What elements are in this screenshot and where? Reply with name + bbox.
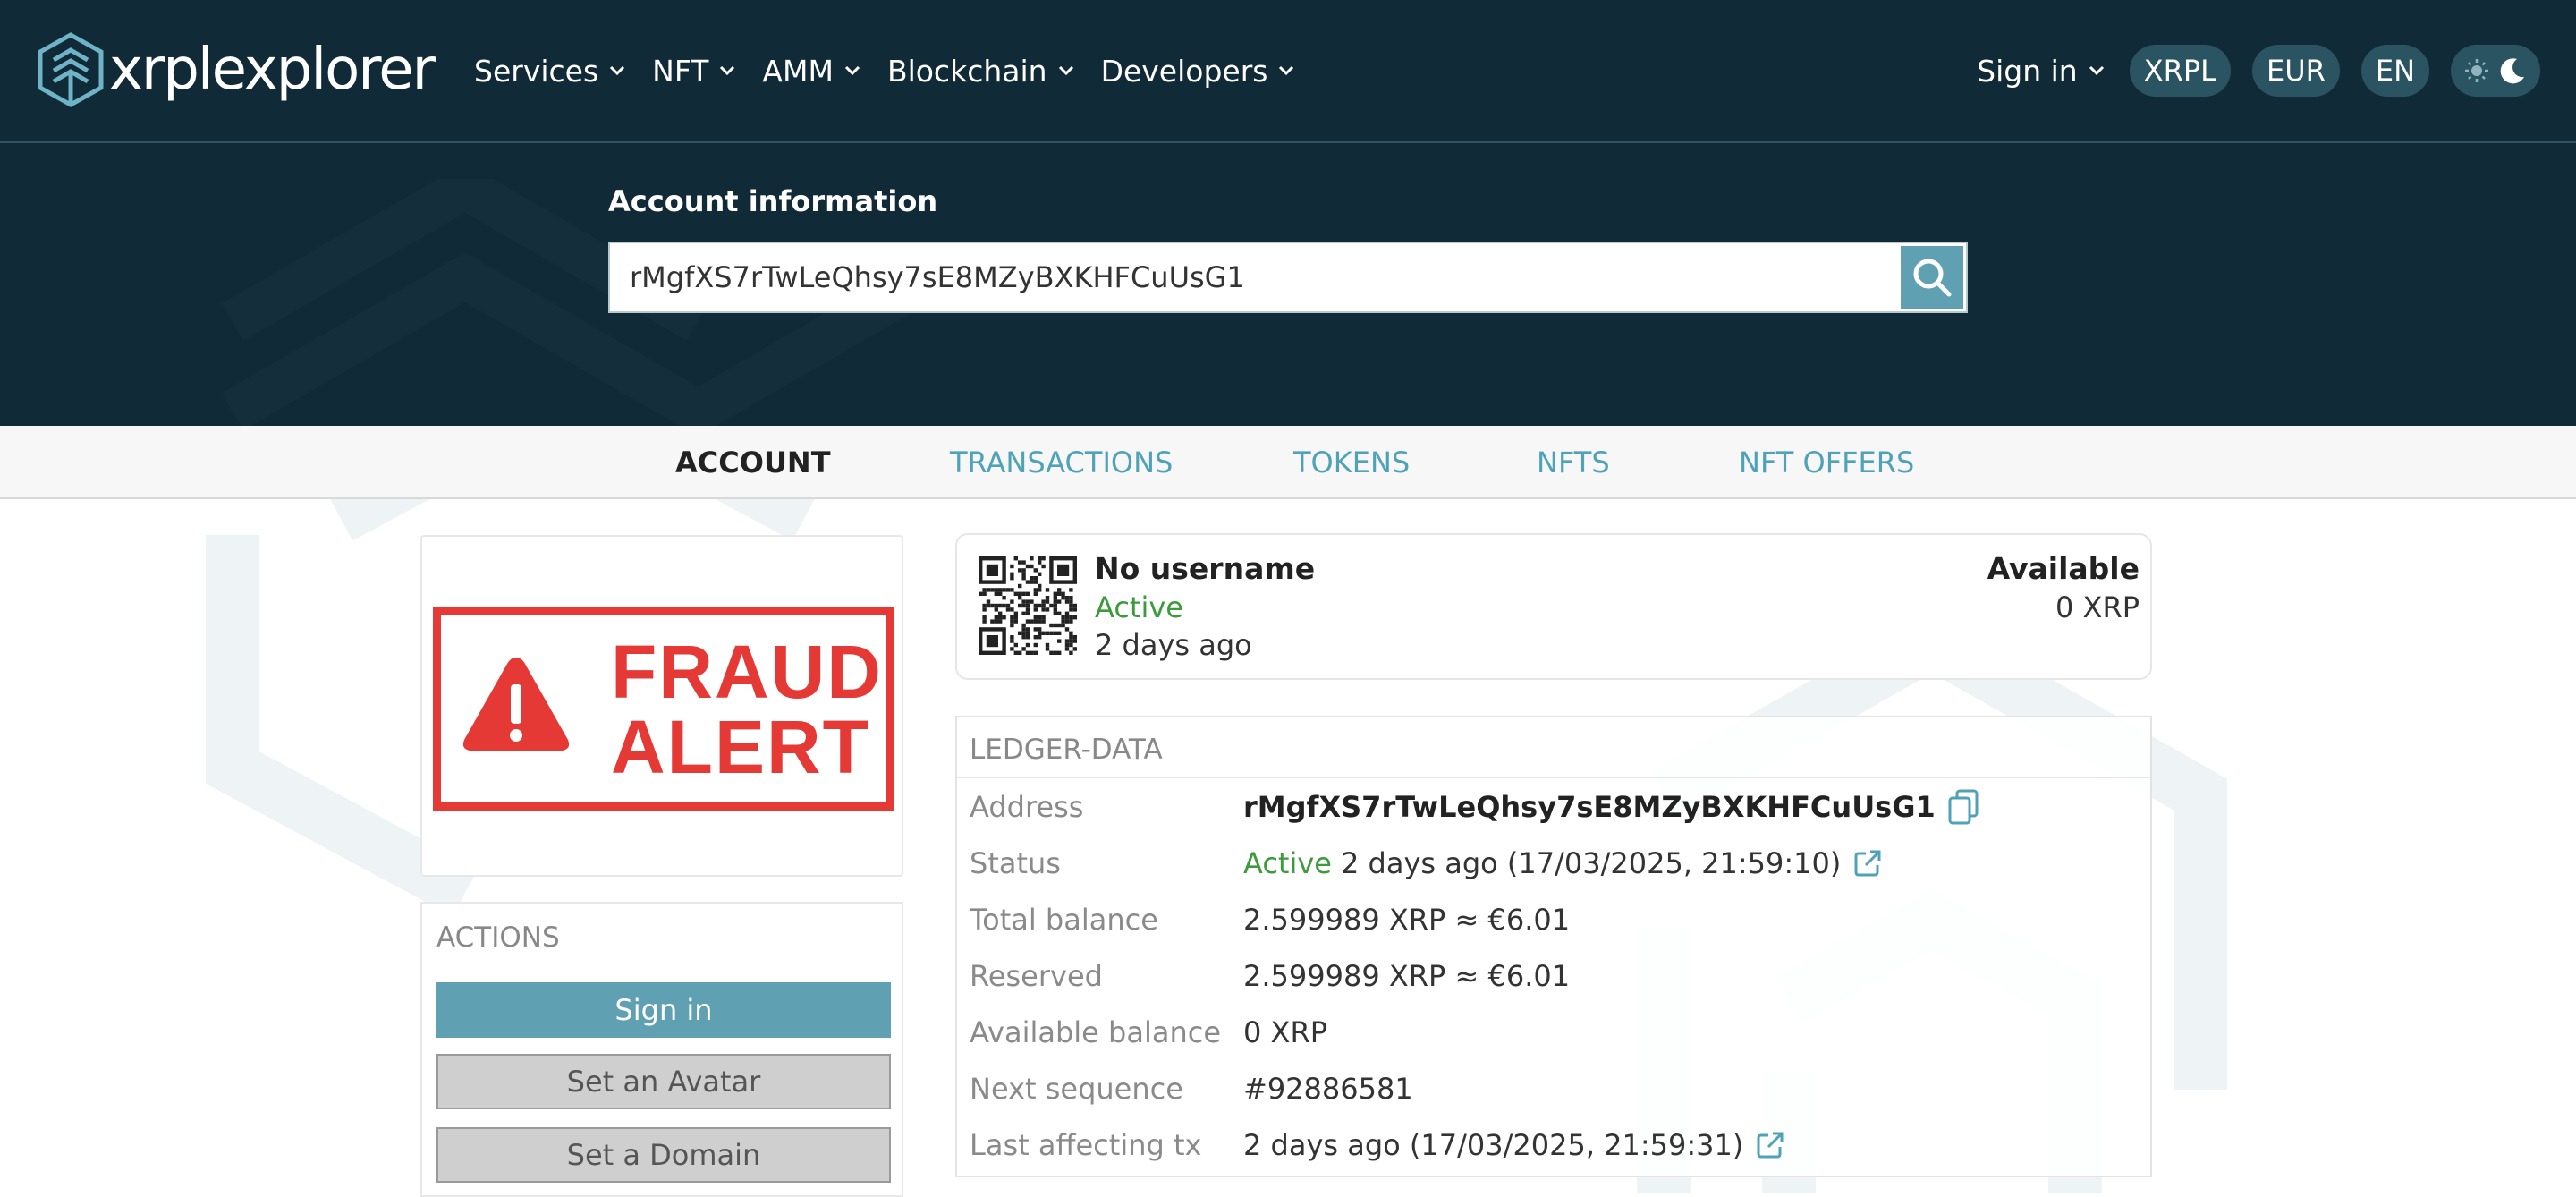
actions-card: ACTIONS Sign in Set an Avatar Set a Doma… — [420, 902, 903, 1197]
search-title: Account information — [608, 184, 938, 218]
nav-blockchain-label: Blockchain — [886, 53, 1047, 89]
warning-triangle-icon — [462, 658, 570, 751]
nav-developers-label: Developers — [1100, 53, 1268, 89]
chevron-down-icon — [2089, 65, 2104, 76]
username: No username — [1095, 551, 1316, 586]
row-label: Next sequence — [970, 1072, 1183, 1106]
nav-services-label: Services — [474, 53, 599, 89]
nav-developers[interactable]: Developers — [1101, 54, 1295, 89]
moon-icon — [2500, 58, 2524, 84]
nav-blockchain[interactable]: Blockchain — [887, 54, 1074, 89]
right-nav: Sign in XRPL EUR EN — [1977, 45, 2540, 97]
ledger-row-available-balance: Available balance 0 XRP — [970, 1011, 2141, 1054]
address-value[interactable]: rMgfXS7rTwLeQhsy7sE8MZyBXKHFCuUsG1 — [1243, 790, 1936, 824]
row-value: rMgfXS7rTwLeQhsy7sE8MZyBXKHFCuUsG1 — [1243, 789, 1979, 825]
nav-nft-label: NFT — [652, 53, 709, 89]
row-label: Address — [970, 790, 1084, 824]
qr-code-icon[interactable] — [979, 556, 1077, 655]
chevron-down-icon — [610, 65, 625, 76]
available-value: 0 XRP — [2055, 590, 2140, 624]
nav-services[interactable]: Services — [474, 54, 625, 89]
ledger-row-status: Status Active 2 days ago (17/03/2025, 21… — [970, 842, 2141, 885]
row-label: Available balance — [970, 1015, 1221, 1049]
external-link-icon[interactable] — [1853, 849, 1882, 878]
chevron-down-icon — [720, 65, 735, 76]
next-sequence-value: #92886581 — [1243, 1072, 1413, 1106]
signin-button[interactable]: Sign in — [436, 982, 891, 1038]
set-avatar-button[interactable]: Set an Avatar — [436, 1054, 891, 1109]
chevron-down-icon — [844, 65, 860, 76]
search-icon — [1913, 259, 1952, 297]
chevron-down-icon — [1279, 65, 1294, 76]
last-tx-value: 2 days ago (17/03/2025, 21:59:31) — [1243, 1128, 1744, 1162]
divider — [957, 777, 2150, 778]
brand-logo[interactable]: xrplexplorer — [36, 29, 436, 111]
tab-account[interactable]: ACCOUNT — [675, 446, 831, 480]
account-summary-card: No username Active 2 days ago Available … — [955, 533, 2152, 680]
tab-nft-offers[interactable]: NFT OFFERS — [1739, 446, 1914, 480]
fraud-alert-line1: FRAUD — [611, 630, 883, 714]
status-time: 2 days ago (17/03/2025, 21:59:10) — [1340, 846, 1842, 880]
nav-amm-label: AMM — [762, 53, 834, 89]
copy-icon[interactable] — [1948, 789, 1979, 825]
ledger-row-reserved: Reserved 2.599989 XRP ≈ €6.01 — [970, 955, 2141, 998]
account-activity-time: 2 days ago — [1095, 628, 1252, 662]
avatar-card: FRAUD ALERT — [420, 535, 903, 877]
signin-menu[interactable]: Sign in — [1977, 54, 2105, 89]
tab-nfts[interactable]: NFTS — [1537, 446, 1610, 480]
actions-title: ACTIONS — [436, 921, 560, 954]
brand-name: xrplexplorer — [109, 37, 436, 103]
row-label: Total balance — [970, 903, 1158, 937]
reserved-value: 2.599989 XRP ≈ €6.01 — [1243, 959, 1571, 993]
signin-menu-label: Sign in — [1977, 53, 2078, 89]
set-domain-button[interactable]: Set a Domain — [436, 1127, 891, 1183]
network-selector[interactable]: XRPL — [2129, 45, 2231, 97]
row-label: Status — [970, 846, 1061, 880]
ledger-row-next-sequence: Next sequence #92886581 — [970, 1067, 2141, 1110]
row-label: Last affecting tx — [970, 1128, 1202, 1162]
search-input[interactable] — [610, 259, 1901, 295]
total-balance-value: 2.599989 XRP ≈ €6.01 — [1243, 903, 1571, 937]
main-nav: Services NFT AMM Blockchain Developers — [474, 39, 1321, 102]
row-value: 2 days ago (17/03/2025, 21:59:31) — [1243, 1128, 1784, 1162]
nav-amm[interactable]: AMM — [762, 54, 860, 89]
search-button[interactable] — [1901, 246, 1963, 309]
fraud-alert-text: FRAUD ALERT — [611, 634, 883, 785]
row-value: Active 2 days ago (17/03/2025, 21:59:10) — [1243, 846, 1882, 880]
status-active: Active — [1243, 846, 1332, 880]
search-bar — [608, 242, 1968, 313]
hexagon-logo-icon — [38, 32, 104, 107]
top-navbar: xrplexplorer Services NFT AMM Blockchain… — [0, 0, 2576, 143]
tab-tokens[interactable]: TOKENS — [1293, 446, 1410, 480]
ledger-data-card: LEDGER-DATA Address rMgfXS7rTwLeQhsy7sE8… — [955, 716, 2152, 1177]
account-status: Active — [1095, 590, 1183, 624]
currency-selector[interactable]: EUR — [2251, 45, 2340, 97]
account-tabs: ACCOUNT TRANSACTIONS TOKENS NFTS NFT OFF… — [0, 426, 2576, 499]
language-selector[interactable]: EN — [2360, 45, 2429, 97]
row-label: Reserved — [970, 959, 1103, 993]
ledger-row-last-tx: Last affecting tx 2 days ago (17/03/2025… — [970, 1124, 2141, 1167]
search-header: Account information — [0, 143, 2576, 426]
ledger-row-address: Address rMgfXS7rTwLeQhsy7sE8MZyBXKHFCuUs… — [970, 785, 2141, 828]
theme-toggle[interactable] — [2451, 45, 2540, 97]
sun-icon — [2465, 59, 2488, 82]
nav-nft[interactable]: NFT — [652, 54, 735, 89]
chevron-down-icon — [1058, 65, 1073, 76]
ledger-data-title: LEDGER-DATA — [970, 734, 1163, 766]
ledger-row-total-balance: Total balance 2.599989 XRP ≈ €6.01 — [970, 898, 2141, 941]
available-label: Available — [1987, 551, 2140, 586]
external-link-icon[interactable] — [1756, 1131, 1784, 1159]
tab-transactions[interactable]: TRANSACTIONS — [950, 446, 1173, 480]
available-balance-value: 0 XRP — [1243, 1015, 1327, 1049]
fraud-alert-line2: ALERT — [611, 705, 870, 789]
fraud-alert-image: FRAUD ALERT — [433, 607, 894, 811]
